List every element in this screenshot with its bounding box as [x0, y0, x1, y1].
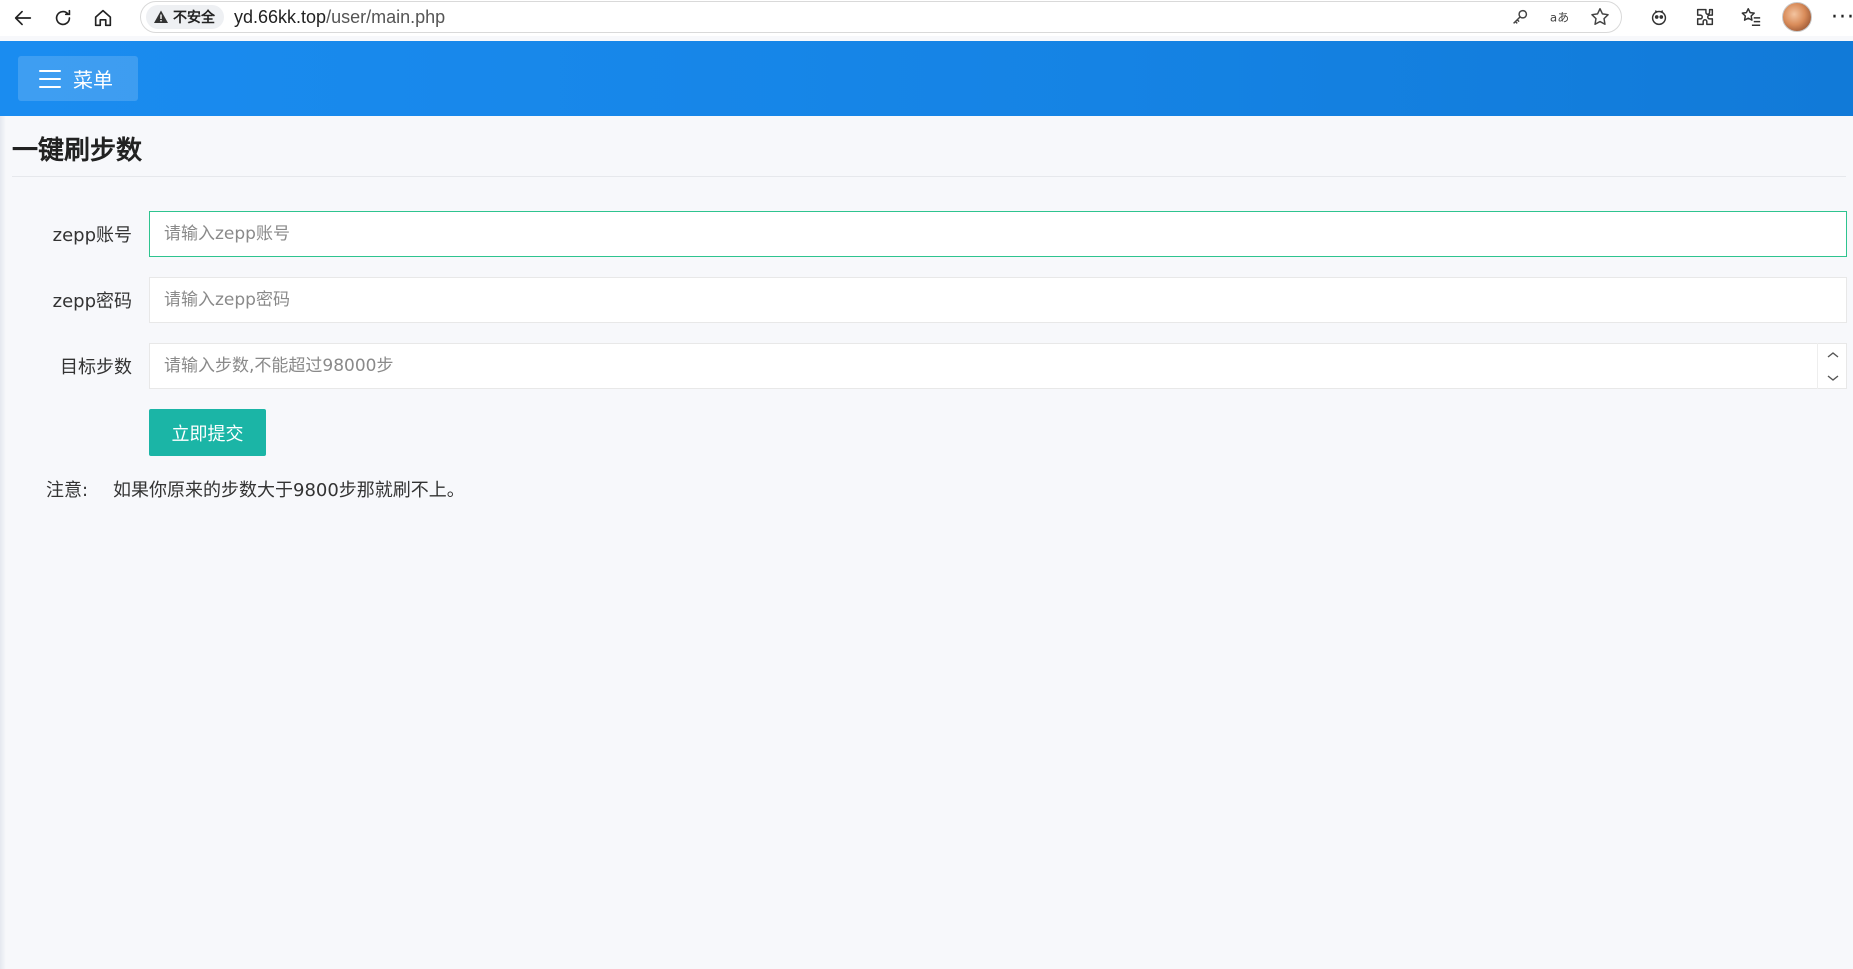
security-label: 不安全: [173, 10, 215, 26]
copilot-icon[interactable]: [1636, 0, 1682, 34]
more-dots: ···: [1831, 4, 1853, 30]
favorite-star-icon[interactable]: [1589, 6, 1611, 28]
browser-toolbar: 不安全 yd.66kk.top/user/main.php aあ ···: [0, 0, 1853, 36]
favorites-list-icon[interactable]: [1728, 0, 1774, 34]
title-divider: [12, 176, 1846, 177]
password-row: zepp密码: [0, 277, 1853, 323]
warning-icon: [154, 10, 168, 23]
profile-avatar[interactable]: [1774, 0, 1820, 34]
url-path: /user/main.php: [326, 6, 446, 27]
chevron-up-icon: [1827, 351, 1838, 358]
step-up-button[interactable]: [1818, 343, 1847, 366]
home-icon: [94, 9, 112, 27]
menu-label: 菜单: [73, 68, 113, 92]
url-text[interactable]: yd.66kk.top/user/main.php: [234, 7, 445, 28]
reload-button[interactable]: [46, 3, 80, 33]
extensions-icon[interactable]: [1682, 0, 1728, 34]
page-title: 一键刷步数: [12, 136, 143, 166]
password-label: zepp密码: [52, 291, 132, 312]
notice-text: 如果你原来的步数大于9800步那就刷不上。: [113, 480, 465, 501]
account-input[interactable]: [149, 211, 1847, 257]
app-header: 菜单: [0, 41, 1853, 116]
browser-toolbar-right: ···: [1636, 0, 1853, 34]
steps-label: 目标步数: [60, 357, 132, 378]
account-row: zepp账号: [0, 211, 1853, 257]
account-label: zepp账号: [52, 225, 132, 246]
key-icon[interactable]: [1509, 6, 1531, 28]
chevron-down-icon: [1827, 374, 1838, 381]
steps-input[interactable]: [149, 343, 1847, 389]
notice: 注意: 如果你原来的步数大于9800步那就刷不上。: [46, 476, 465, 502]
hamburger-icon: [39, 69, 61, 88]
home-button[interactable]: [86, 3, 120, 33]
address-bar-actions: aあ: [1509, 2, 1611, 32]
steps-row: 目标步数: [0, 343, 1853, 389]
read-aloud-icon[interactable]: aあ: [1549, 6, 1571, 28]
url-host: yd.66kk.top: [234, 6, 327, 27]
more-icon[interactable]: ···: [1820, 0, 1853, 34]
submit-button[interactable]: 立即提交: [149, 409, 266, 456]
steps-stepper: [1817, 343, 1847, 389]
address-bar[interactable]: 不安全 yd.66kk.top/user/main.php aあ: [140, 1, 1622, 33]
svg-text:aあ: aあ: [1550, 11, 1569, 25]
avatar: [1782, 2, 1812, 32]
menu-button[interactable]: 菜单: [18, 56, 138, 101]
back-arrow-icon: [14, 10, 32, 26]
notice-label: 注意:: [46, 480, 89, 501]
reload-icon: [55, 9, 71, 26]
security-indicator[interactable]: 不安全: [146, 5, 224, 29]
password-input[interactable]: [149, 277, 1847, 323]
back-button[interactable]: [6, 3, 40, 33]
step-down-button[interactable]: [1818, 366, 1847, 389]
